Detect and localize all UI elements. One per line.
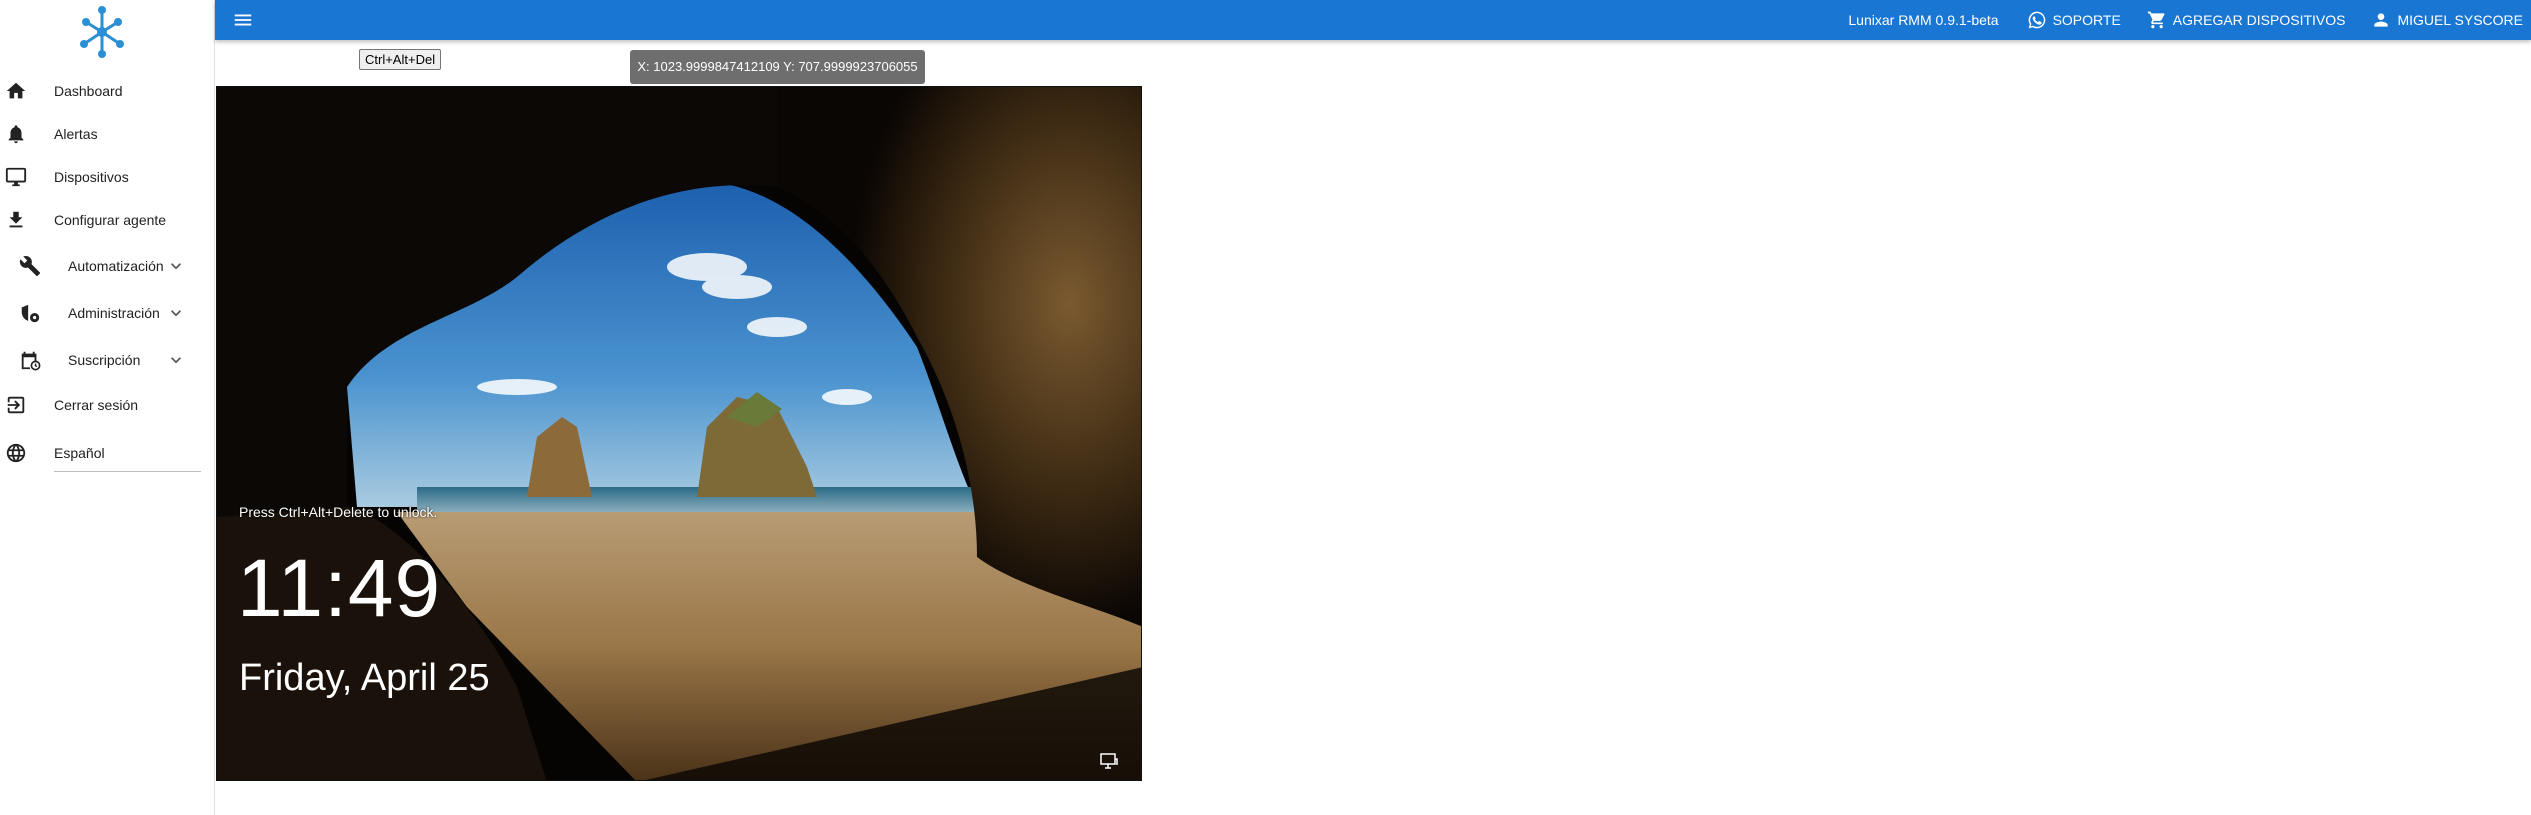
lockscreen-date: Friday, April 25 [239, 657, 490, 699]
user-menu-button[interactable]: MIGUEL SYSCORE [2371, 10, 2523, 30]
user-icon [2374, 13, 2389, 27]
sidebar-item-label: Automatización [68, 258, 164, 274]
app-bar: Lunixar RMM 0.9.1-beta SOPORTE AGREGAR D… [215, 0, 2531, 40]
sidebar-item-alertas[interactable]: Alertas [0, 114, 215, 154]
chevron-down-icon[interactable] [166, 256, 186, 276]
chevron-down-icon[interactable] [166, 303, 186, 323]
language-select[interactable]: Español [0, 433, 215, 473]
remote-desktop-canvas[interactable]: Press Ctrl+Alt+Delete to unlock. 11:49 F… [216, 86, 1142, 781]
sidebar-item-label: Dashboard [54, 83, 123, 99]
globe-icon [4, 441, 28, 465]
network-icon[interactable] [1099, 752, 1119, 770]
sidebar-item-administracion[interactable]: Administración [0, 293, 215, 333]
menu-button[interactable] [229, 6, 257, 34]
home-icon [4, 79, 28, 103]
sidebar-item-dashboard[interactable]: Dashboard [0, 71, 215, 111]
sidebar-item-dispositivos[interactable]: Dispositivos [0, 157, 215, 197]
logo-icon [80, 6, 124, 58]
download-icon [4, 208, 28, 232]
hamburger-menu-icon [234, 14, 252, 26]
sidebar-item-automatizacion[interactable]: Automatización [0, 246, 215, 286]
unlock-hint: Press Ctrl+Alt+Delete to unlock. [239, 504, 438, 520]
monitor-icon [4, 165, 28, 189]
whatsapp-icon [2028, 11, 2045, 29]
app-version: Lunixar RMM 0.9.1-beta [1848, 12, 1999, 28]
logout-icon [4, 393, 28, 417]
app-bar-actions: Lunixar RMM 0.9.1-beta SOPORTE AGREGAR D… [1848, 0, 2523, 40]
admin-icon [18, 301, 42, 325]
language-underline [54, 471, 201, 472]
sidebar-item-label: Suscripción [68, 352, 141, 368]
sidebar: Dashboard Alertas Dispositivos Configura… [0, 0, 215, 815]
cart-icon [2147, 11, 2165, 29]
support-label: SOPORTE [2052, 12, 2121, 28]
bell-icon [4, 122, 28, 146]
support-button[interactable]: SOPORTE [2027, 10, 2121, 30]
sidebar-item-label: Cerrar sesión [54, 397, 139, 413]
sidebar-item-configurar-agente[interactable]: Configurar agente [0, 200, 215, 240]
app-logo[interactable] [72, 2, 132, 62]
sidebar-item-cerrar-sesion[interactable]: Cerrar sesión [0, 385, 215, 425]
ctrl-alt-del-button[interactable]: Ctrl+Alt+Del [359, 49, 442, 70]
add-devices-button[interactable]: AGREGAR DISPOSITIVOS [2147, 10, 2346, 30]
sidebar-item-label: Configurar agente [54, 212, 167, 228]
language-label: Español [54, 445, 105, 461]
lockscreen-time: 11:49 [237, 543, 442, 634]
sidebar-item-label: Dispositivos [54, 169, 129, 185]
user-label: MIGUEL SYSCORE [2397, 12, 2523, 28]
calendar-clock-icon [18, 348, 42, 372]
sidebar-item-label: Alertas [54, 126, 98, 142]
cursor-coordinates: X: 1023.9999847412109 Y: 707.99999237060… [630, 50, 925, 84]
sidebar-item-suscripcion[interactable]: Suscripción [0, 340, 215, 380]
chevron-down-icon[interactable] [166, 350, 186, 370]
wrench-icon [18, 254, 42, 278]
sidebar-item-label: Administración [68, 305, 160, 321]
add-devices-label: AGREGAR DISPOSITIVOS [2172, 12, 2346, 28]
